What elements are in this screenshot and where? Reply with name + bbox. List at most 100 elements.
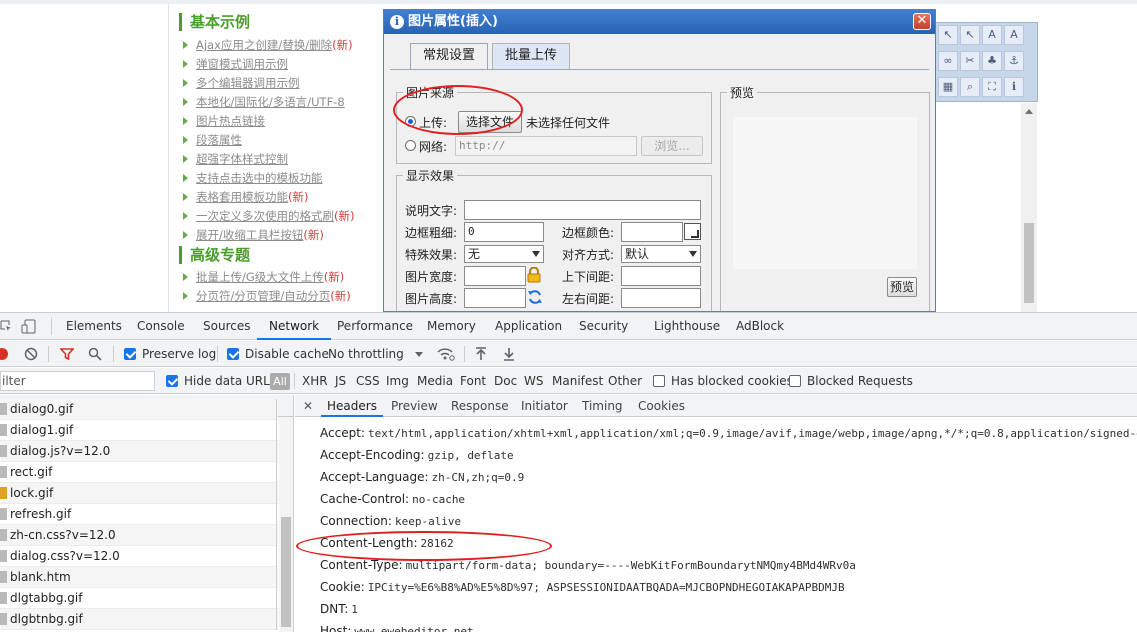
filter-js[interactable]: JS [335,368,346,394]
demo-link[interactable]: 支持点击选中的模板功能 [183,169,354,188]
request-row[interactable]: dialog0.gif [0,399,278,420]
request-row[interactable]: lock.gif [0,483,278,504]
filter-other[interactable]: Other [608,368,642,394]
refresh-icon[interactable] [527,289,543,305]
request-row[interactable]: dialog.css?v=12.0 [0,546,278,567]
network-conditions-icon[interactable] [437,347,455,361]
demo-link[interactable]: Ajax应用之创建/替换/删除(新) [183,36,354,55]
search-icon[interactable] [88,347,102,361]
demo-link[interactable]: 一次定义多次使用的格式刷(新) [183,207,354,226]
demo-link-text[interactable]: 弹窗模式调用示例 [196,57,288,71]
tab-initiator[interactable]: Initiator [521,395,568,417]
cursor-icon[interactable]: ↖ [938,25,958,45]
tab-adblock[interactable]: AdBlock [736,313,784,340]
demo-link-text[interactable]: 支持点击选中的模板功能 [196,171,323,185]
find-icon[interactable]: ⌕ [960,77,980,97]
demo-link[interactable]: 图片热点链接 [183,112,354,131]
select-icon[interactable]: ↖ [960,25,980,45]
tab-lighthouse[interactable]: Lighthouse [654,313,720,340]
demo-link[interactable]: 段落属性 [183,131,354,150]
filter-all-button[interactable]: All [270,373,290,390]
editor-scrollbar[interactable] [1021,103,1037,312]
tab-timing[interactable]: Timing [582,395,623,417]
demo-link-text[interactable]: 多个编辑器调用示例 [196,76,300,90]
request-row[interactable]: refresh.gif [0,504,278,525]
demo-link-text[interactable]: 超强字体样式控制 [196,152,288,166]
tab-preview[interactable]: Preview [391,395,438,417]
tab-memory[interactable]: Memory [427,313,476,340]
special-effect-select[interactable]: 无 [464,245,544,263]
request-row[interactable]: rect.gif [0,462,278,483]
url-input[interactable]: http:// [455,136,637,156]
tab-application[interactable]: Application [495,313,562,340]
demo-link-text[interactable]: 图片热点链接 [196,114,265,128]
tab-cookies[interactable]: Cookies [638,395,685,417]
tab-console[interactable]: Console [137,313,185,340]
demo-link[interactable]: 本地化/国际化/多语言/UTF-8 [183,93,354,112]
throttling-select[interactable]: No throttling [328,341,404,367]
lock-icon[interactable] [527,267,541,283]
tab-response[interactable]: Response [451,395,509,417]
tab-security[interactable]: Security [579,313,628,340]
font-size-up-icon[interactable]: A [982,25,1002,45]
demo-link-text[interactable]: 展开/收缩工具栏按钮 [196,228,303,242]
demo-link[interactable]: 多个编辑器调用示例 [183,74,354,93]
request-row[interactable]: dlgbtnbg.gif [0,609,278,630]
demo-link-text[interactable]: 表格套用模板功能 [196,190,288,204]
fullscreen-icon[interactable]: ⛶ [982,77,1002,97]
record-icon[interactable] [0,348,8,360]
filter-icon[interactable] [60,348,74,360]
demo-link[interactable]: 分页符/分页管理/自动分页(新) [183,287,351,306]
close-icon[interactable]: ✕ [913,13,931,30]
blocked-requests-checkbox[interactable] [789,375,801,387]
filter-media[interactable]: Media [417,368,453,394]
device-toggle-icon[interactable] [21,319,37,334]
vspace-input[interactable] [621,266,701,286]
hide-data-urls-checkbox[interactable] [166,375,178,387]
demo-link[interactable]: 表格套用模板功能(新) [183,188,354,207]
font-size-down-icon[interactable]: A [1004,25,1024,45]
export-har-icon[interactable] [503,347,515,361]
request-list-scrollbar[interactable] [279,417,293,632]
dialog-titlebar[interactable]: i 图片属性(插入) ✕ [384,10,935,34]
hspace-input[interactable] [621,288,701,308]
browse-button[interactable]: 浏览... [641,136,703,156]
filter-xhr[interactable]: XHR [302,368,328,394]
filter-img[interactable]: Img [386,368,409,394]
demo-link[interactable]: 批量上传/G级大文件上传(新) [183,268,351,287]
preserve-log-checkbox[interactable] [124,348,136,360]
filter-doc[interactable]: Doc [494,368,517,394]
filter-manifest[interactable]: Manifest [552,368,603,394]
tab-sources[interactable]: Sources [203,313,250,340]
choose-file-button[interactable]: 选择文件 [458,111,522,133]
request-row[interactable]: dlgtabbg.gif [0,588,278,609]
tab-batch-upload[interactable]: 批量上传 [492,43,571,69]
inspect-icon[interactable] [0,320,12,332]
filter-css[interactable]: CSS [356,368,380,394]
height-input[interactable] [464,288,526,308]
demo-link-text[interactable]: 分页符/分页管理/自动分页 [196,289,330,303]
demo-link-text[interactable]: 本地化/国际化/多语言/UTF-8 [196,95,345,109]
import-har-icon[interactable] [475,347,487,361]
filter-ws[interactable]: WS [524,368,543,394]
tab-headers[interactable]: Headers [321,395,383,417]
filter-input[interactable]: ilter [0,371,155,391]
request-row[interactable]: dialog1.gif [0,420,278,441]
preview-button[interactable]: 预览 [887,277,917,297]
width-input[interactable] [464,266,526,286]
disable-cache-checkbox[interactable] [227,348,239,360]
special-char-icon[interactable]: ♣ [982,51,1002,71]
demo-link-text[interactable]: 一次定义多次使用的格式刷 [196,209,334,223]
network-radio[interactable] [405,140,416,151]
demo-link[interactable]: 超强字体样式控制 [183,150,354,169]
blocked-cookies-checkbox[interactable] [653,375,665,387]
clear-icon[interactable] [24,347,38,361]
demo-link-text[interactable]: Ajax应用之创建/替换/删除 [196,38,332,52]
tab-general[interactable]: 常规设置 [410,43,489,70]
demo-link[interactable]: 展开/收缩工具栏按钮(新) [183,226,354,245]
tab-performance[interactable]: Performance [337,313,413,340]
border-color-input[interactable] [621,222,683,242]
anchor-icon[interactable]: ⚓ [1004,51,1024,71]
demo-link[interactable]: 弹窗模式调用示例 [183,55,354,74]
request-row[interactable]: zh-cn.css?v=12.0 [0,525,278,546]
